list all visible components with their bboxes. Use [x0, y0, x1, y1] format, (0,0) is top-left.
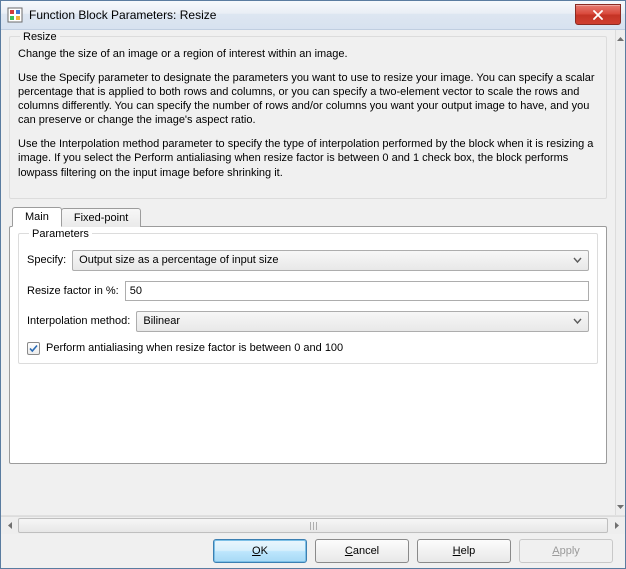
antialias-row: Perform antialiasing when resize factor … — [27, 342, 589, 355]
tabs: Main Fixed-point Parameters Specify: — [9, 207, 607, 464]
resize-factor-label: Resize factor in %: — [27, 285, 119, 297]
antialias-checkbox[interactable] — [27, 342, 40, 355]
interpolation-label: Interpolation method: — [27, 315, 130, 327]
tab-fixed-point[interactable]: Fixed-point — [61, 208, 141, 227]
help-button[interactable]: Help — [417, 539, 511, 563]
window-title: Function Block Parameters: Resize — [29, 8, 216, 22]
check-icon — [28, 343, 39, 354]
chevron-down-icon — [570, 318, 584, 324]
horizontal-scroll-thumb[interactable] — [18, 518, 608, 533]
ok-mnemonic: O — [252, 545, 261, 557]
interpolation-value: Bilinear — [143, 315, 180, 327]
resize-factor-row: Resize factor in %: — [27, 281, 589, 301]
description-group: Resize Change the size of an image or a … — [9, 36, 607, 199]
horizontal-scrollbar[interactable] — [1, 516, 625, 534]
scroll-right-arrow-icon[interactable] — [608, 517, 625, 534]
vertical-scrollbar[interactable] — [615, 30, 625, 515]
interpolation-row: Interpolation method: Bilinear — [27, 311, 589, 332]
parameters-group: Parameters Specify: Output size as a per… — [18, 233, 598, 364]
horizontal-scroll-track[interactable] — [18, 517, 608, 534]
ok-post: K — [261, 545, 268, 557]
interpolation-select[interactable]: Bilinear — [136, 311, 589, 332]
description-text: Change the size of an image or a region … — [18, 47, 598, 180]
scroll-grip-icon — [307, 522, 319, 530]
chevron-down-icon — [570, 257, 584, 263]
specify-select[interactable]: Output size as a percentage of input siz… — [72, 250, 589, 271]
tab-strip: Main Fixed-point — [9, 207, 607, 227]
help-mnemonic: H — [453, 545, 461, 557]
tab-main-label: Main — [25, 211, 49, 223]
apply-post: pply — [560, 545, 580, 557]
scroll-down-arrow-icon[interactable] — [616, 498, 625, 515]
cancel-mnemonic: C — [345, 545, 353, 557]
scroll-up-arrow-icon[interactable] — [616, 30, 625, 47]
content: Resize Change the size of an image or a … — [1, 30, 615, 515]
ok-button[interactable]: OK — [213, 539, 307, 563]
parameters-title: Parameters — [29, 228, 92, 240]
specify-value: Output size as a percentage of input siz… — [79, 254, 278, 266]
dialog-window: Function Block Parameters: Resize Resize… — [0, 0, 626, 569]
tab-fixed-point-label: Fixed-point — [74, 212, 128, 224]
client-area: Resize Change the size of an image or a … — [1, 30, 625, 568]
vertical-scroll-track[interactable] — [616, 47, 625, 498]
parameters-body: Specify: Output size as a percentage of … — [27, 250, 589, 355]
antialias-label: Perform antialiasing when resize factor … — [46, 342, 343, 354]
specify-row: Specify: Output size as a percentage of … — [27, 250, 589, 271]
cancel-button[interactable]: Cancel — [315, 539, 409, 563]
tab-panel-main: Parameters Specify: Output size as a per… — [9, 226, 607, 464]
content-wrap: Resize Change the size of an image or a … — [1, 30, 625, 516]
button-bar: OK Cancel Help Apply — [1, 534, 625, 568]
specify-label: Specify: — [27, 254, 66, 266]
desc-p3: Use the Interpolation method parameter t… — [18, 137, 598, 179]
help-post: elp — [461, 545, 476, 557]
desc-p2: Use the Specify parameter to designate t… — [18, 71, 598, 127]
title-bar[interactable]: Function Block Parameters: Resize — [1, 1, 625, 30]
close-icon — [592, 10, 604, 20]
cancel-post: ancel — [353, 545, 379, 557]
apply-mnemonic: A — [552, 545, 559, 557]
resize-factor-input[interactable] — [125, 281, 589, 301]
scroll-left-arrow-icon[interactable] — [1, 517, 18, 534]
group-title: Resize — [20, 31, 60, 43]
close-button[interactable] — [575, 4, 621, 25]
desc-p1: Change the size of an image or a region … — [18, 47, 598, 61]
app-icon — [7, 7, 23, 23]
tab-main[interactable]: Main — [12, 207, 62, 227]
apply-button[interactable]: Apply — [519, 539, 613, 563]
